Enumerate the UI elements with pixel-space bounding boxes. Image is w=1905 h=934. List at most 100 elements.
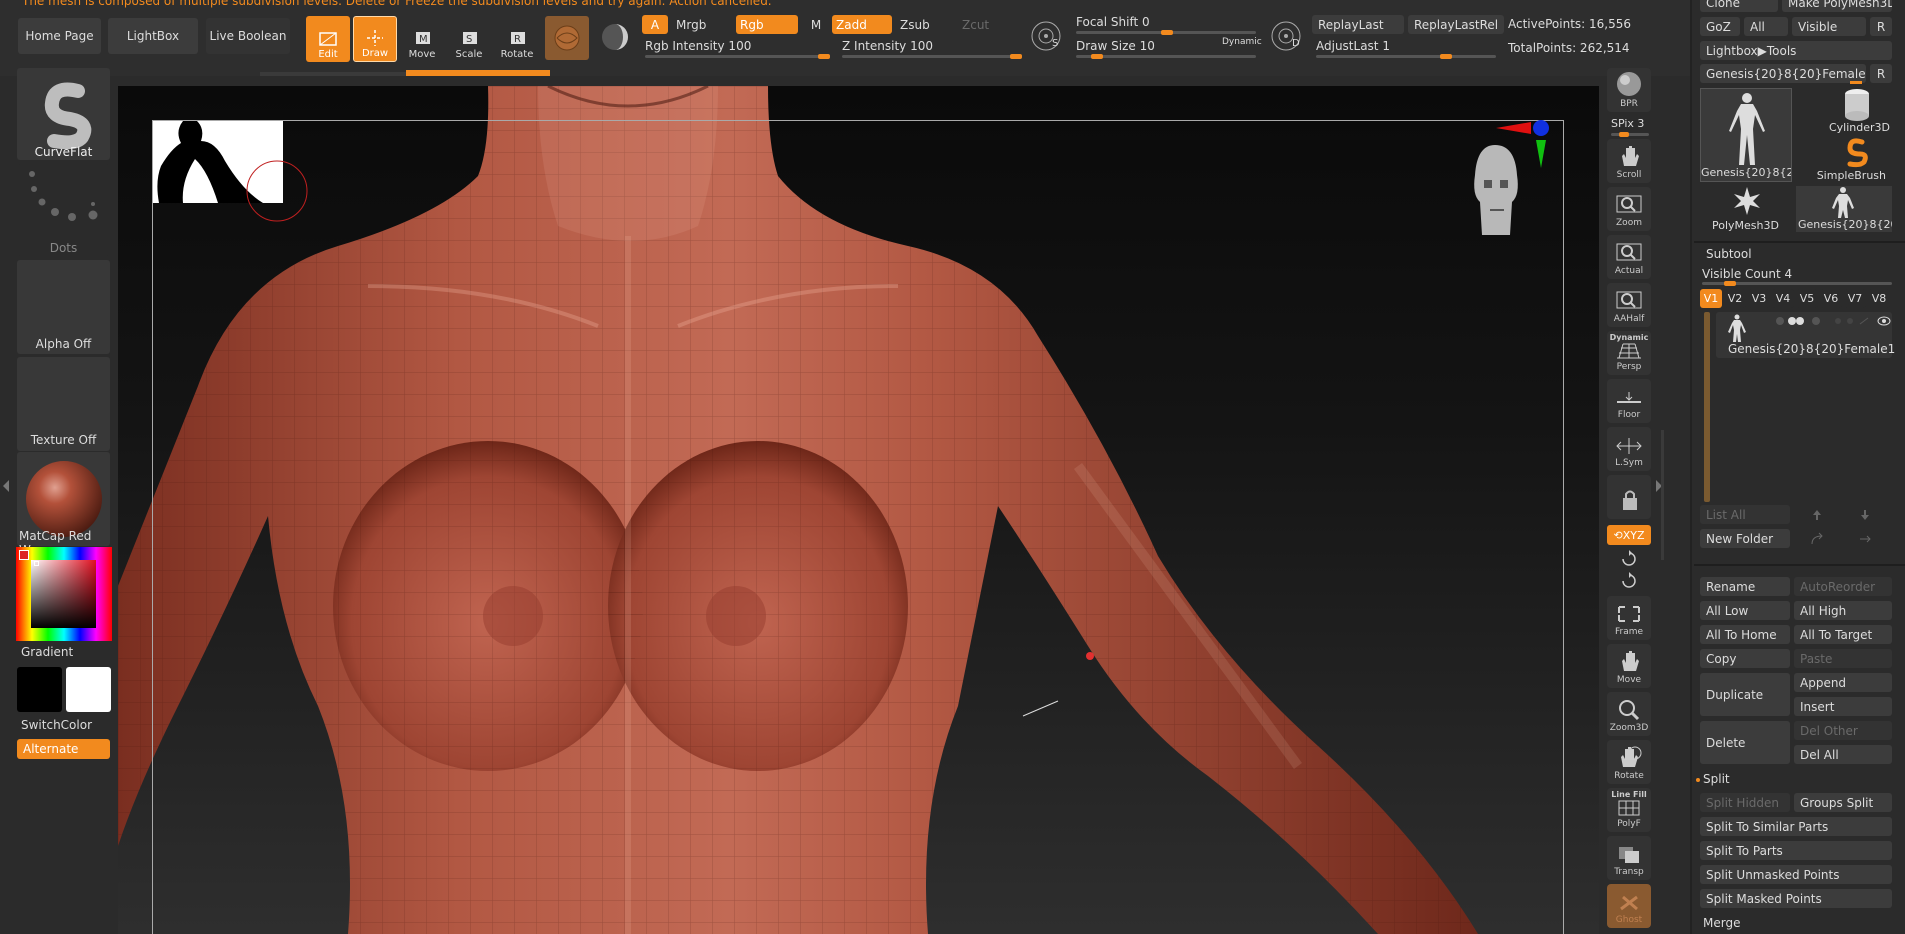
live-boolean-button[interactable]: Live Boolean (206, 18, 290, 54)
tool-thumb-5[interactable]: Genesis{20}8{20 (1796, 186, 1892, 232)
split-similar-parts-button[interactable]: Split To Similar Parts (1700, 817, 1892, 836)
subtool-item[interactable]: Genesis{20}8{20}Female1 (1716, 312, 1895, 358)
zsub-button[interactable]: Zsub (896, 15, 954, 34)
subtool-header[interactable]: Subtool (1706, 247, 1752, 261)
zcut-button[interactable]: Zcut (958, 15, 1008, 34)
focal-shift-slider[interactable] (1076, 30, 1256, 35)
mrgb-button[interactable]: Mrgb (672, 15, 732, 34)
persp-button[interactable]: Dynamic Persp (1607, 331, 1651, 375)
r-button-2[interactable]: R (1870, 64, 1892, 83)
make-polymesh-button[interactable]: Make PolyMesh3D (1782, 0, 1892, 12)
lightbox-button[interactable]: LightBox (108, 18, 198, 54)
left-collapse-arrow[interactable] (3, 480, 9, 492)
polyf-button[interactable]: Line Fill PolyF (1607, 788, 1651, 832)
rotate-view-button[interactable]: Rotate (1607, 740, 1651, 784)
color-picker[interactable] (16, 547, 112, 641)
viewport[interactable] (118, 86, 1599, 934)
draw-button[interactable]: Draw (353, 16, 397, 62)
move-button[interactable]: M Move (400, 16, 444, 62)
append-button[interactable]: Append (1794, 673, 1892, 692)
duplicate-button[interactable]: Duplicate (1700, 673, 1790, 716)
a-button[interactable]: A (642, 15, 668, 34)
all-to-home-button[interactable]: All To Home (1700, 625, 1790, 644)
new-folder-button[interactable]: New Folder (1700, 529, 1790, 548)
ghost-button[interactable]: Ghost (1607, 884, 1651, 928)
scale-button[interactable]: S Scale (447, 16, 491, 62)
lock-button[interactable] (1607, 475, 1651, 519)
auto-reorder-button[interactable]: AutoReorder (1794, 577, 1892, 596)
del-other-button[interactable]: Del Other (1794, 721, 1892, 740)
zoom-button[interactable]: Zoom (1607, 187, 1651, 231)
dynamic-label[interactable]: Dynamic (1222, 37, 1262, 47)
rotate-button[interactable]: R Rotate (495, 16, 539, 62)
xyz-button[interactable]: ⟲XYZ (1607, 525, 1651, 545)
floor-button[interactable]: Floor (1607, 379, 1651, 423)
zoom3d-button[interactable]: Zoom3D (1607, 692, 1651, 736)
alternate-button[interactable]: Alternate (17, 739, 110, 759)
tool-thumb-1[interactable]: Genesis{20}8{20 (1700, 88, 1792, 182)
current-tool-slider[interactable]: Genesis{20}8{20}Female1. (1700, 64, 1866, 83)
split-masked-button[interactable]: Split Masked Points (1700, 889, 1892, 908)
goz-button[interactable]: GoZ (1700, 17, 1740, 36)
split-hidden-button[interactable]: Split Hidden (1700, 793, 1790, 812)
replay-last-button[interactable]: ReplayLast (1312, 15, 1404, 34)
insert-button[interactable]: Insert (1794, 697, 1892, 716)
edit-button[interactable]: Edit (306, 16, 350, 62)
m-button[interactable]: M (802, 15, 830, 34)
rgb-intensity-slider[interactable] (645, 54, 830, 59)
aahalf-button[interactable]: AAHalf (1607, 283, 1651, 327)
version-tab-v3[interactable]: V3 (1748, 289, 1770, 308)
home-page-button[interactable]: Home Page (18, 18, 101, 54)
paste-button[interactable]: Paste (1794, 649, 1892, 668)
split-header[interactable]: Split (1703, 772, 1730, 786)
divider-handle[interactable] (1661, 430, 1664, 560)
move-view-button[interactable]: Move (1607, 644, 1651, 688)
list-all-button[interactable]: List All (1700, 505, 1790, 524)
split-to-parts-button[interactable]: Split To Parts (1700, 841, 1892, 860)
del-all-button[interactable]: Del All (1794, 745, 1892, 764)
secondary-color-swatch[interactable] (66, 667, 111, 712)
version-tab-v6[interactable]: V6 (1820, 289, 1842, 308)
subtool-visibility-toggles-icon[interactable] (1772, 314, 1892, 328)
replay-last-rel-button[interactable]: ReplayLastRel (1408, 15, 1504, 34)
tool-thumb-2[interactable]: Cylinder3D (1796, 88, 1892, 134)
groups-split-button[interactable]: Groups Split (1794, 793, 1892, 812)
move-up-icon[interactable] (1810, 508, 1824, 522)
adjust-last-slider[interactable] (1316, 54, 1496, 59)
version-tab-v8[interactable]: V8 (1868, 289, 1890, 308)
move-down-icon[interactable] (1858, 508, 1872, 522)
all-button[interactable]: All (1744, 17, 1788, 36)
tool-thumb-3[interactable]: SimpleBrush (1796, 136, 1892, 182)
version-tab-v7[interactable]: V7 (1844, 289, 1866, 308)
lightbox-tools-button[interactable]: Lightbox▶Tools (1700, 41, 1892, 60)
color-picker-sv[interactable] (31, 560, 96, 628)
rotate-z-icon[interactable] (1620, 572, 1638, 590)
frame-button[interactable]: Frame (1607, 596, 1651, 640)
light-sphere-icon[interactable] (600, 22, 630, 52)
sculptris-pro-button[interactable] (545, 16, 589, 60)
clone-button[interactable]: Clone (1700, 0, 1778, 12)
zadd-button[interactable]: Zadd (832, 15, 892, 34)
folder-arrow-down-icon[interactable] (1858, 532, 1874, 546)
all-to-target-button[interactable]: All To Target (1794, 625, 1892, 644)
scroll-button[interactable]: Scroll (1607, 139, 1651, 183)
delete-button[interactable]: Delete (1700, 721, 1790, 764)
switch-color-label[interactable]: SwitchColor (21, 718, 92, 732)
merge-header[interactable]: Merge (1703, 916, 1740, 930)
spix-slider[interactable] (1611, 132, 1649, 137)
tool-thumb-4[interactable]: PolyMesh3D (1700, 186, 1792, 232)
transp-button[interactable]: Transp (1607, 836, 1651, 880)
version-tab-v5[interactable]: V5 (1796, 289, 1818, 308)
rotate-y-icon[interactable] (1620, 550, 1638, 568)
version-tab-v1[interactable]: V1 (1700, 289, 1722, 308)
head-orientation-icon[interactable] (1460, 140, 1530, 240)
r-button[interactable]: R (1870, 17, 1892, 36)
bpr-button[interactable]: BPR (1607, 68, 1651, 112)
version-tab-v2[interactable]: V2 (1724, 289, 1746, 308)
split-unmasked-button[interactable]: Split Unmasked Points (1700, 865, 1892, 884)
visible-count-slider[interactable] (1702, 281, 1892, 286)
version-tab-v4[interactable]: V4 (1772, 289, 1794, 308)
copy-button[interactable]: Copy (1700, 649, 1790, 668)
actual-button[interactable]: Actual (1607, 235, 1651, 279)
all-high-button[interactable]: All High (1794, 601, 1892, 620)
